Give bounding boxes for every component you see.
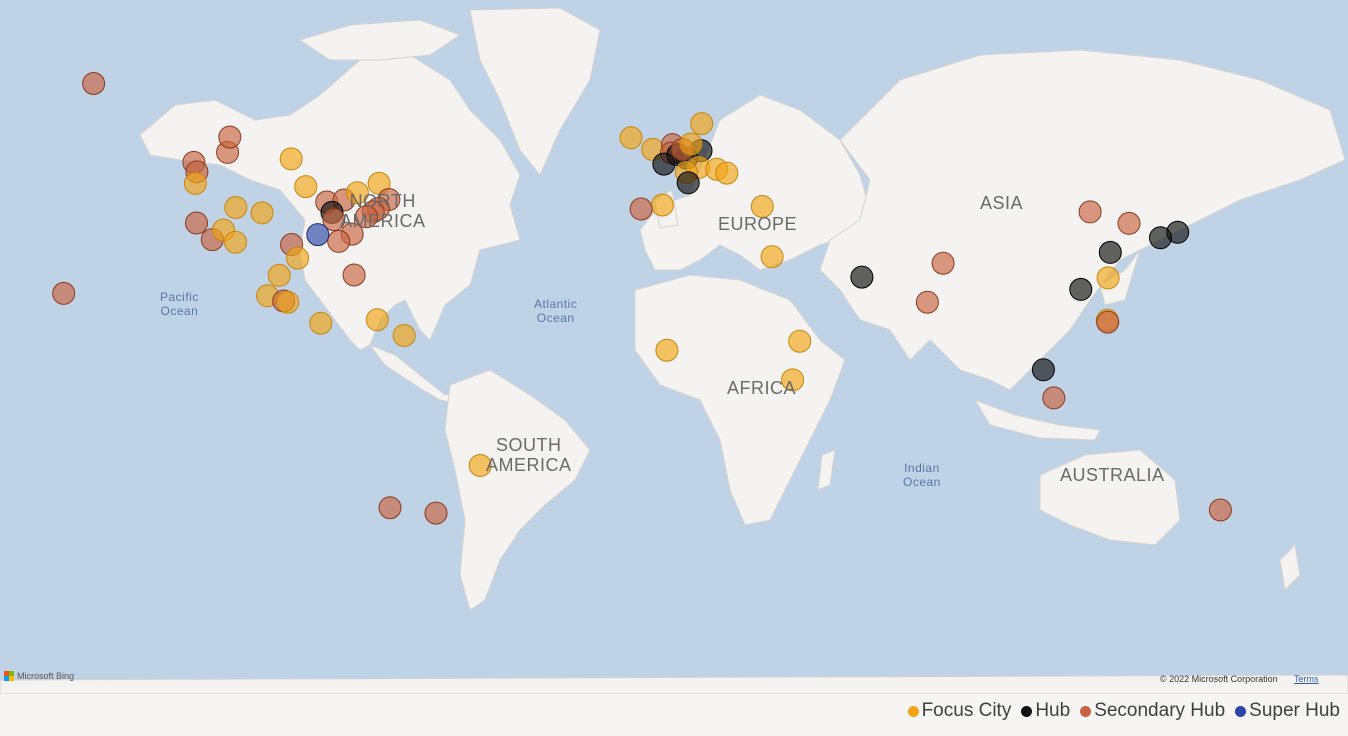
legend-label: Secondary Hub (1094, 700, 1226, 721)
continent-label-australia: AUSTRALIA (1060, 465, 1165, 485)
map-point-focus-city[interactable] (309, 311, 333, 335)
bing-attribution[interactable]: Microsoft Bing (4, 671, 74, 681)
continent-label-south-america: SOUTH AMERICA (486, 435, 572, 475)
map-point-focus-city[interactable] (1096, 266, 1120, 290)
map-point-focus-city[interactable] (267, 263, 291, 287)
map-point-focus-city[interactable] (250, 201, 274, 225)
map-point-hub[interactable] (1031, 358, 1055, 382)
map-point-secondary-hub[interactable] (342, 263, 366, 287)
map-point-focus-city[interactable] (365, 308, 389, 332)
copyright-text: © 2022 Microsoft Corporation (1160, 674, 1278, 684)
map-point-secondary-hub[interactable] (218, 125, 242, 149)
map-point-focus-city[interactable] (279, 147, 303, 171)
map-point-focus-city[interactable] (276, 290, 300, 314)
map-point-secondary-hub[interactable] (931, 251, 955, 275)
map-point-focus-city[interactable] (224, 196, 248, 219)
legend-item-secondary-hub[interactable]: Secondary Hub (1080, 700, 1225, 722)
ocean-label-indian: Indian Ocean (903, 461, 941, 489)
map-point-hub[interactable] (1098, 240, 1122, 264)
terms-link[interactable]: Terms (1294, 674, 1319, 684)
legend-dot-icon (1080, 705, 1092, 717)
map-point-secondary-hub[interactable] (327, 229, 351, 253)
continent-label-europe: EUROPE (718, 214, 798, 234)
world-map[interactable]: NORTH AMERICA SOUTH AMERICA EUROPE AFRICA … (0, 0, 1348, 694)
legend: Focus City Hub Secondary Hub Super Hub (907, 698, 1340, 724)
legend-dot-icon (907, 705, 919, 717)
legend-label: Hub (1035, 700, 1071, 721)
continent-label-africa: AFRICA (727, 378, 797, 398)
microsoft-logo-icon (4, 671, 14, 681)
map-point-focus-city[interactable] (715, 161, 739, 185)
ocean-label-atlantic: Atlantic Ocean (534, 297, 578, 325)
continent-label-asia: ASIA (980, 193, 1024, 213)
map-point-focus-city[interactable] (690, 112, 714, 136)
map-point-hub[interactable] (850, 265, 874, 289)
map-point-secondary-hub[interactable] (1042, 386, 1066, 410)
map-point-focus-city[interactable] (655, 338, 679, 362)
map-points-layer (52, 72, 1232, 525)
map-point-secondary-hub[interactable] (52, 281, 76, 305)
map-point-secondary-hub[interactable] (185, 211, 208, 235)
bing-brand-label: Microsoft Bing (17, 671, 75, 681)
map-point-secondary-hub[interactable] (378, 496, 402, 520)
legend-dot-icon (1021, 705, 1033, 717)
continent-label-north-america: NORTH AMERICA (340, 191, 426, 231)
map-point-focus-city[interactable] (183, 171, 207, 195)
map-point-hub[interactable] (1069, 277, 1093, 301)
map-point-hub[interactable] (676, 171, 700, 195)
map-point-focus-city[interactable] (619, 126, 643, 150)
legend-label: Focus City (921, 700, 1012, 721)
ocean-label-pacific: Pacific Ocean (160, 290, 199, 318)
map-point-super-hub[interactable] (306, 223, 330, 247)
map-point-secondary-hub[interactable] (82, 72, 106, 95)
map-point-focus-city[interactable] (650, 193, 674, 217)
map-point-focus-city[interactable] (224, 230, 247, 254)
map-point-focus-city[interactable] (286, 246, 310, 270)
legend-item-super-hub[interactable]: Super Hub (1235, 700, 1340, 722)
legend-label: Super Hub (1249, 700, 1340, 721)
map-point-focus-city[interactable] (294, 175, 318, 199)
map-point-focus-city[interactable] (392, 324, 416, 347)
map-point-secondary-hub[interactable] (915, 290, 939, 314)
map-point-secondary-hub[interactable] (1117, 211, 1141, 235)
legend-item-focus-city[interactable]: Focus City (907, 700, 1012, 722)
map-point-focus-city[interactable] (679, 132, 703, 156)
map-point-secondary-hub[interactable] (1208, 498, 1232, 522)
map-point-hub[interactable] (1149, 226, 1172, 250)
map-point-focus-city[interactable] (788, 329, 812, 353)
map-point-secondary-hub[interactable] (424, 501, 448, 525)
map-point-secondary-hub[interactable] (1078, 200, 1102, 224)
map-point-focus-city[interactable] (760, 245, 784, 269)
legend-item-hub[interactable]: Hub (1021, 700, 1070, 722)
legend-dot-icon (1235, 705, 1247, 717)
map-point-secondary-hub[interactable] (629, 197, 653, 221)
map-point-secondary-hub[interactable] (1096, 310, 1120, 334)
